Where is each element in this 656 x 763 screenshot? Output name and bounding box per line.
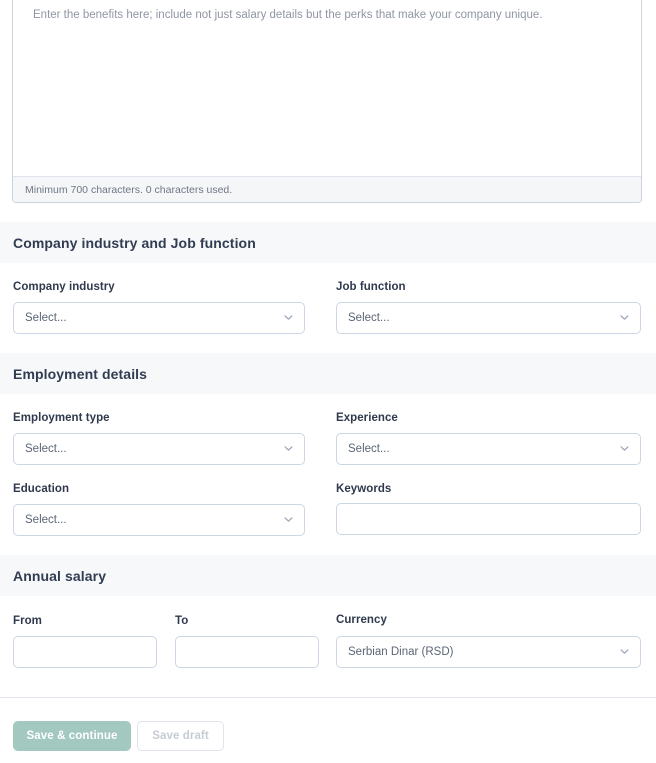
- chevron-down-icon: [284, 515, 293, 524]
- chevron-down-icon: [620, 444, 629, 453]
- salary-from-input[interactable]: [13, 636, 157, 668]
- save-draft-button[interactable]: Save draft: [137, 721, 224, 751]
- select-job-function[interactable]: Select...: [336, 302, 641, 334]
- select-currency[interactable]: Serbian Dinar (RSD): [336, 636, 641, 668]
- label-employment-type: Employment type: [13, 412, 110, 424]
- label-salary-from: From: [13, 615, 42, 627]
- chevron-down-icon: [620, 647, 629, 656]
- benefits-editor[interactable]: Enter the benefits here; include not jus…: [13, 7, 641, 176]
- save-and-continue-button[interactable]: Save & continue: [13, 721, 131, 751]
- keywords-input[interactable]: [336, 503, 641, 535]
- select-company-industry-value: Select...: [25, 312, 67, 324]
- salary-to-input[interactable]: [175, 636, 319, 668]
- benefits-card: Benefits Import common benefits for this…: [12, 0, 642, 203]
- select-employment-type[interactable]: Select...: [13, 433, 305, 465]
- label-education: Education: [13, 483, 70, 495]
- select-experience[interactable]: Select...: [336, 433, 641, 465]
- chevron-down-icon: [284, 444, 293, 453]
- job-posting-form-page: Benefits Import common benefits for this…: [0, 0, 656, 763]
- select-education-value: Select...: [25, 514, 67, 526]
- select-employment-type-value: Select...: [25, 443, 67, 455]
- section-title: Company industry and Job function: [13, 234, 256, 251]
- select-job-function-value: Select...: [348, 312, 390, 324]
- section-title: Annual salary: [13, 567, 107, 584]
- label-keywords: Keywords: [336, 483, 392, 495]
- select-education[interactable]: Select...: [13, 504, 305, 536]
- label-experience: Experience: [336, 412, 398, 424]
- label-currency: Currency: [336, 614, 387, 626]
- benefits-card-header: Benefits Import common benefits for this…: [13, 0, 641, 7]
- label-salary-to: To: [175, 615, 189, 627]
- section-header-annual-salary: Annual salary: [0, 555, 656, 596]
- label-company-industry: Company industry: [13, 281, 115, 293]
- benefits-character-counter: Minimum 700 characters. 0 characters use…: [25, 183, 233, 196]
- select-experience-value: Select...: [348, 443, 390, 455]
- select-company-industry[interactable]: Select...: [13, 302, 305, 334]
- chevron-down-icon: [620, 313, 629, 322]
- chevron-down-icon: [284, 313, 293, 322]
- benefits-character-counter-bar: Minimum 700 characters. 0 characters use…: [13, 176, 641, 202]
- select-currency-value: Serbian Dinar (RSD): [348, 646, 454, 658]
- section-header-company-industry-and-job-function: Company industry and Job function: [0, 222, 656, 263]
- benefits-editor-placeholder: Enter the benefits here; include not jus…: [33, 9, 543, 21]
- footer-divider: [0, 697, 656, 698]
- section-header-employment-details: Employment details: [0, 353, 656, 394]
- section-title: Employment details: [13, 365, 148, 382]
- label-job-function: Job function: [336, 281, 406, 293]
